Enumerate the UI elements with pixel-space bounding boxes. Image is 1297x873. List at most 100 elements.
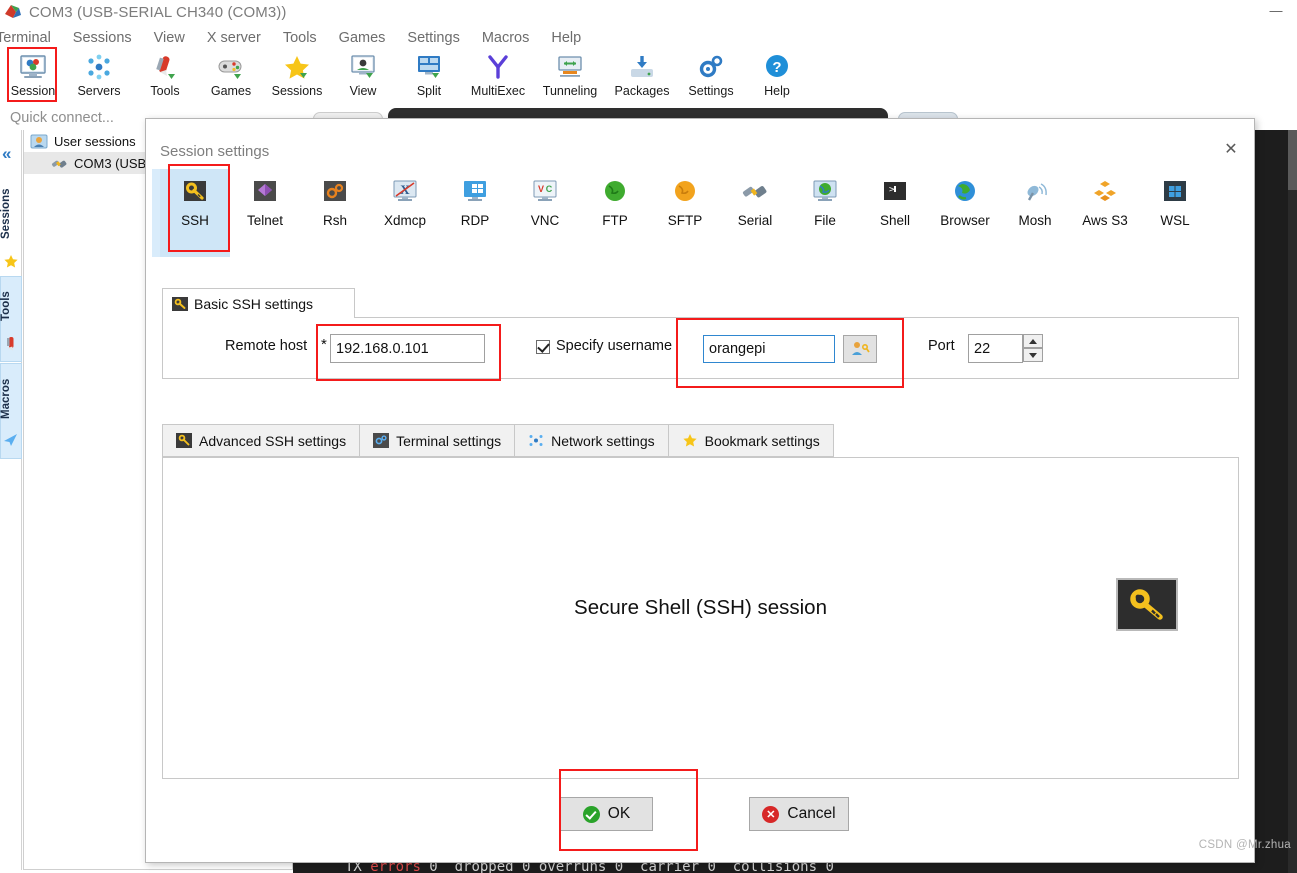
tools-icon bbox=[150, 54, 180, 82]
port-spinner-up[interactable] bbox=[1023, 334, 1043, 348]
menu-macros[interactable]: Macros bbox=[471, 26, 541, 50]
network-icon bbox=[528, 433, 544, 448]
toolbar-packages-button[interactable]: Packages bbox=[606, 50, 678, 103]
session-type-browser[interactable]: Browser bbox=[930, 169, 1000, 257]
main-toolbar: Session Servers Tools Games Sessions Vie… bbox=[0, 50, 1297, 105]
session-type-mosh-label: Mosh bbox=[1018, 213, 1052, 228]
toolbar-session-label: Session bbox=[10, 84, 56, 98]
toolbar-split-button[interactable]: Split bbox=[396, 50, 462, 103]
tab-basic-ssh-settings-label: Basic SSH settings bbox=[194, 295, 314, 312]
toolbar-servers-button[interactable]: Servers bbox=[66, 50, 132, 103]
session-type-mosh[interactable]: Mosh bbox=[1000, 169, 1070, 257]
session-type-ssh[interactable]: SSH bbox=[152, 169, 230, 257]
tab-bookmark-settings-label: Bookmark settings bbox=[704, 432, 820, 449]
close-icon[interactable]: ✕ bbox=[1220, 139, 1242, 161]
remote-host-input[interactable] bbox=[330, 334, 485, 363]
tab-basic-ssh-settings[interactable]: Basic SSH settings bbox=[162, 288, 355, 318]
sidebar-item-macros-text[interactable]: Macros bbox=[0, 368, 22, 430]
serial-plug-icon bbox=[50, 155, 68, 172]
toolbar-view-button[interactable]: View bbox=[330, 50, 396, 103]
aws-s3-icon bbox=[1090, 179, 1120, 205]
basic-ssh-settings-group: Remote host * Specify username Port bbox=[162, 317, 1239, 379]
session-settings-dialog: Session settings ✕ SSH Telnet Rsh Xdmcp … bbox=[145, 118, 1255, 863]
settings-sub-tabs: Advanced SSH settings Terminal settings bbox=[162, 424, 834, 457]
remote-host-required-marker: * bbox=[321, 336, 327, 353]
menu-sessions[interactable]: Sessions bbox=[62, 26, 143, 50]
help-icon: ? bbox=[762, 54, 792, 82]
session-type-file-label: File bbox=[814, 213, 836, 228]
cancel-button-label: Cancel bbox=[787, 805, 836, 822]
games-icon bbox=[216, 54, 246, 82]
port-input[interactable] bbox=[968, 334, 1023, 363]
menu-xserver[interactable]: X server bbox=[196, 26, 272, 50]
port-spinner-down[interactable] bbox=[1023, 348, 1043, 362]
toolbar-help-label: Help bbox=[764, 84, 790, 98]
session-type-sftp[interactable]: SFTP bbox=[650, 169, 720, 257]
terminal-scrollbar-thumb[interactable] bbox=[1288, 130, 1297, 190]
minimize-button[interactable]: — bbox=[1263, 2, 1289, 20]
user-key-icon[interactable] bbox=[843, 335, 877, 363]
cancel-button[interactable]: ✕ Cancel bbox=[749, 797, 849, 831]
toolbar-games-button[interactable]: Games bbox=[198, 50, 264, 103]
username-input[interactable] bbox=[703, 335, 835, 363]
tree-item-user-sessions-label: User sessions bbox=[54, 133, 136, 149]
x-circle-icon: ✕ bbox=[762, 805, 780, 823]
sidebar-item-sessions[interactable]: Sessions bbox=[0, 178, 22, 250]
menu-settings[interactable]: Settings bbox=[396, 26, 470, 50]
port-label: Port bbox=[928, 338, 955, 354]
serial-icon bbox=[740, 179, 770, 205]
chevron-double-left-icon[interactable]: « bbox=[2, 144, 12, 164]
menu-tools[interactable]: Tools bbox=[272, 26, 328, 50]
session-type-aws-s3[interactable]: Aws S3 bbox=[1070, 169, 1140, 257]
toolbar-packages-label: Packages bbox=[614, 84, 670, 98]
session-type-shell[interactable]: > Shell bbox=[860, 169, 930, 257]
menu-games[interactable]: Games bbox=[328, 26, 397, 50]
macro-icon bbox=[3, 432, 19, 448]
port-spinner[interactable] bbox=[1023, 334, 1043, 362]
session-type-serial-label: Serial bbox=[737, 213, 773, 228]
specify-username-checkbox[interactable] bbox=[536, 340, 550, 354]
tab-bookmark-settings[interactable]: Bookmark settings bbox=[667, 424, 834, 457]
session-type-wsl[interactable]: WSL bbox=[1140, 169, 1210, 257]
session-type-ssh-label: SSH bbox=[181, 213, 209, 228]
toolbar-view-label: View bbox=[349, 84, 377, 98]
tab-terminal-settings[interactable]: Terminal settings bbox=[359, 424, 515, 457]
file-icon bbox=[810, 179, 840, 205]
svg-text:V: V bbox=[538, 184, 544, 194]
tree-item-com3-label: COM3 (USB- bbox=[74, 155, 151, 171]
menu-help[interactable]: Help bbox=[540, 26, 592, 50]
session-type-rsh[interactable]: Rsh bbox=[300, 169, 370, 257]
toolbar-settings-button[interactable]: Settings bbox=[678, 50, 744, 103]
vnc-icon: V C bbox=[530, 179, 560, 205]
session-type-telnet[interactable]: Telnet bbox=[230, 169, 300, 257]
toolbar-tools-button[interactable]: Tools bbox=[132, 50, 198, 103]
shell-icon: > bbox=[880, 179, 910, 205]
tab-network-settings-label: Network settings bbox=[551, 432, 655, 449]
star-icon bbox=[282, 54, 312, 82]
toolbar-tunneling-button[interactable]: Tunneling bbox=[534, 50, 606, 103]
session-type-serial[interactable]: Serial bbox=[720, 169, 790, 257]
tab-advanced-ssh-settings[interactable]: Advanced SSH settings bbox=[162, 424, 360, 457]
session-type-rdp[interactable]: RDP bbox=[440, 169, 510, 257]
toolbar-session-button[interactable]: Session bbox=[0, 50, 66, 103]
session-icon bbox=[18, 54, 48, 82]
toolbar-multiexec-button[interactable]: MultiExec bbox=[462, 50, 534, 103]
sftp-icon bbox=[670, 179, 700, 205]
session-type-sftp-label: SFTP bbox=[667, 213, 703, 228]
toolbar-help-button[interactable]: ? Help bbox=[744, 50, 810, 103]
sidebar-item-tools-label: Tools bbox=[0, 291, 12, 321]
telnet-icon bbox=[250, 179, 280, 205]
sidebar-item-tools-text[interactable]: Tools bbox=[0, 280, 22, 332]
key-icon bbox=[172, 296, 188, 311]
terminal-scrollbar[interactable] bbox=[1288, 130, 1297, 873]
menu-terminal[interactable]: Terminal bbox=[0, 26, 62, 50]
tab-network-settings[interactable]: Network settings bbox=[514, 424, 668, 457]
session-type-xdmcp[interactable]: X Xdmcp bbox=[370, 169, 440, 257]
toolbar-sessions-button[interactable]: Sessions bbox=[264, 50, 330, 103]
session-type-file[interactable]: File bbox=[790, 169, 860, 257]
ok-button[interactable]: OK bbox=[560, 797, 653, 831]
session-type-vnc[interactable]: V C VNC bbox=[510, 169, 580, 257]
menu-view[interactable]: View bbox=[143, 26, 196, 50]
svg-text:C: C bbox=[546, 184, 553, 194]
session-type-ftp[interactable]: FTP bbox=[580, 169, 650, 257]
